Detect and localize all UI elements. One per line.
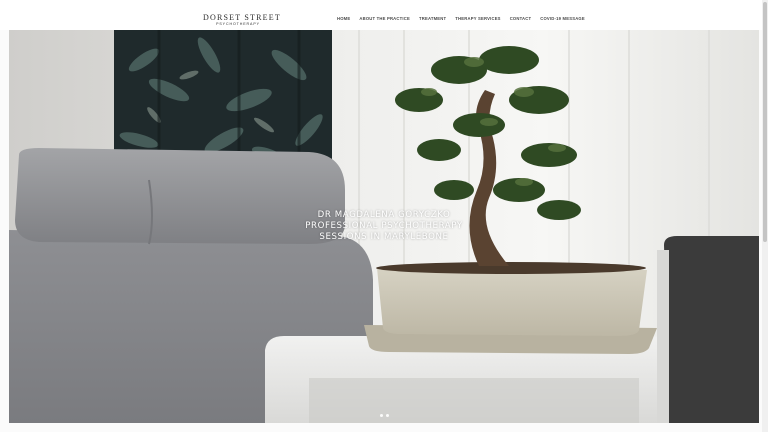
nav-item-home[interactable]: HOME [337, 16, 350, 21]
logo-name: DORSET STREET [203, 13, 281, 22]
site-logo[interactable]: DORSET STREET PSYCHOTHERAPY [203, 13, 281, 27]
page-scrollbar[interactable] [762, 0, 768, 432]
logo-tagline: PSYCHOTHERAPY [216, 22, 260, 26]
hero-slider[interactable]: DR MAGDALENA GORYCZKO PROFESSIONAL PSYCH… [9, 30, 759, 423]
hero-caption: DR MAGDALENA GORYCZKO PROFESSIONAL PSYCH… [9, 210, 759, 243]
slider-pagination [380, 414, 389, 417]
scrollbar-thumb[interactable] [763, 2, 767, 242]
hero-subtitle-line-1: PROFESSIONAL PSYCHOTHERAPY [305, 221, 463, 231]
site-header: DORSET STREET PSYCHOTHERAPY HOME ABOUT T… [0, 0, 768, 30]
slider-dot-1[interactable] [380, 414, 383, 417]
hero-subtitle-line-2: SESSIONS IN MARYLEBONE [319, 232, 449, 242]
slider-dot-2[interactable] [386, 414, 389, 417]
hero-title: DR MAGDALENA GORYCZKO [317, 210, 451, 220]
nav-item-covid-19-message[interactable]: COVID-19 MESSAGE [540, 16, 585, 21]
nav-item-therapy-services[interactable]: THERAPY SERVICES [455, 16, 500, 21]
main-nav: HOME ABOUT THE PRACTICE TREATMENT THERAP… [337, 16, 585, 21]
nav-item-treatment[interactable]: TREATMENT [419, 16, 446, 21]
nav-item-about-the-practice[interactable]: ABOUT THE PRACTICE [359, 16, 410, 21]
nav-item-contact[interactable]: CONTACT [510, 16, 532, 21]
page: DORSET STREET PSYCHOTHERAPY HOME ABOUT T… [0, 0, 768, 432]
